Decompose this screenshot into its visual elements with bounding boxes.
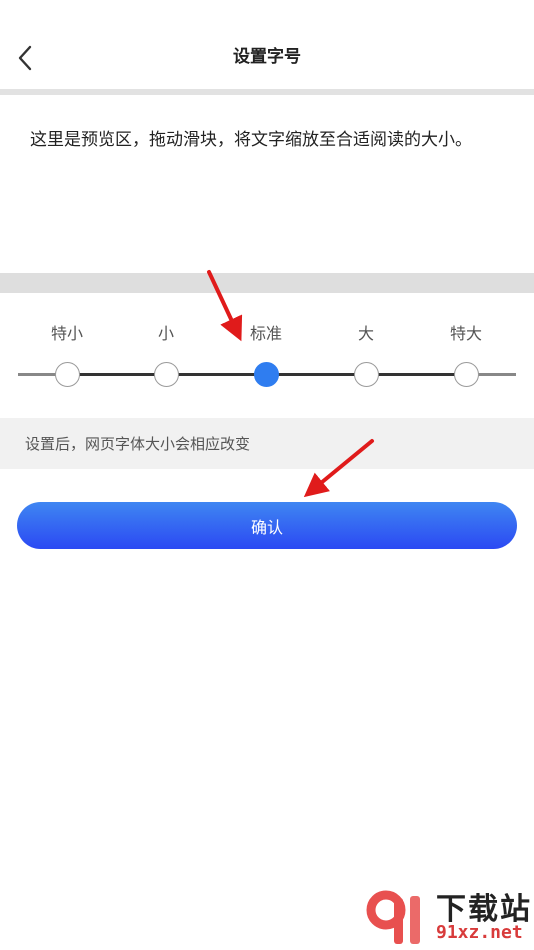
size-label-small[interactable]: 小 (136, 322, 196, 346)
hint-box: 设置后，网页字体大小会相应改变 (0, 418, 534, 469)
slider-stop-extra-small[interactable] (54, 362, 80, 387)
header-divider (0, 89, 534, 95)
size-label-large[interactable]: 大 (336, 322, 396, 346)
confirm-button[interactable]: 确认 (17, 502, 517, 549)
section-divider (0, 273, 534, 293)
slider-stop-small[interactable] (153, 362, 179, 387)
font-size-labels: 特小 小 标准 大 特大 (0, 322, 534, 346)
size-label-extra-small[interactable]: 特小 (37, 322, 97, 346)
hint-text: 设置后，网页字体大小会相应改变 (25, 435, 251, 453)
page-title: 设置字号 (233, 47, 301, 67)
header-bar: 设置字号 (0, 0, 534, 89)
size-label-extra-large[interactable]: 特大 (436, 322, 496, 346)
site-logo-icon (366, 890, 420, 944)
slider-stop-large[interactable] (353, 362, 379, 387)
slider-stop-extra-large[interactable] (453, 362, 479, 387)
font-size-slider[interactable] (0, 358, 534, 392)
watermark-url: 91xz.net (436, 922, 523, 943)
size-label-standard[interactable]: 标准 (236, 322, 296, 346)
preview-text: 这里是预览区，拖动滑块，将文字缩放至合适阅读的大小。 (30, 130, 472, 150)
watermark: 下载站 91xz.net (360, 882, 534, 950)
slider-stop-standard[interactable] (253, 362, 279, 387)
